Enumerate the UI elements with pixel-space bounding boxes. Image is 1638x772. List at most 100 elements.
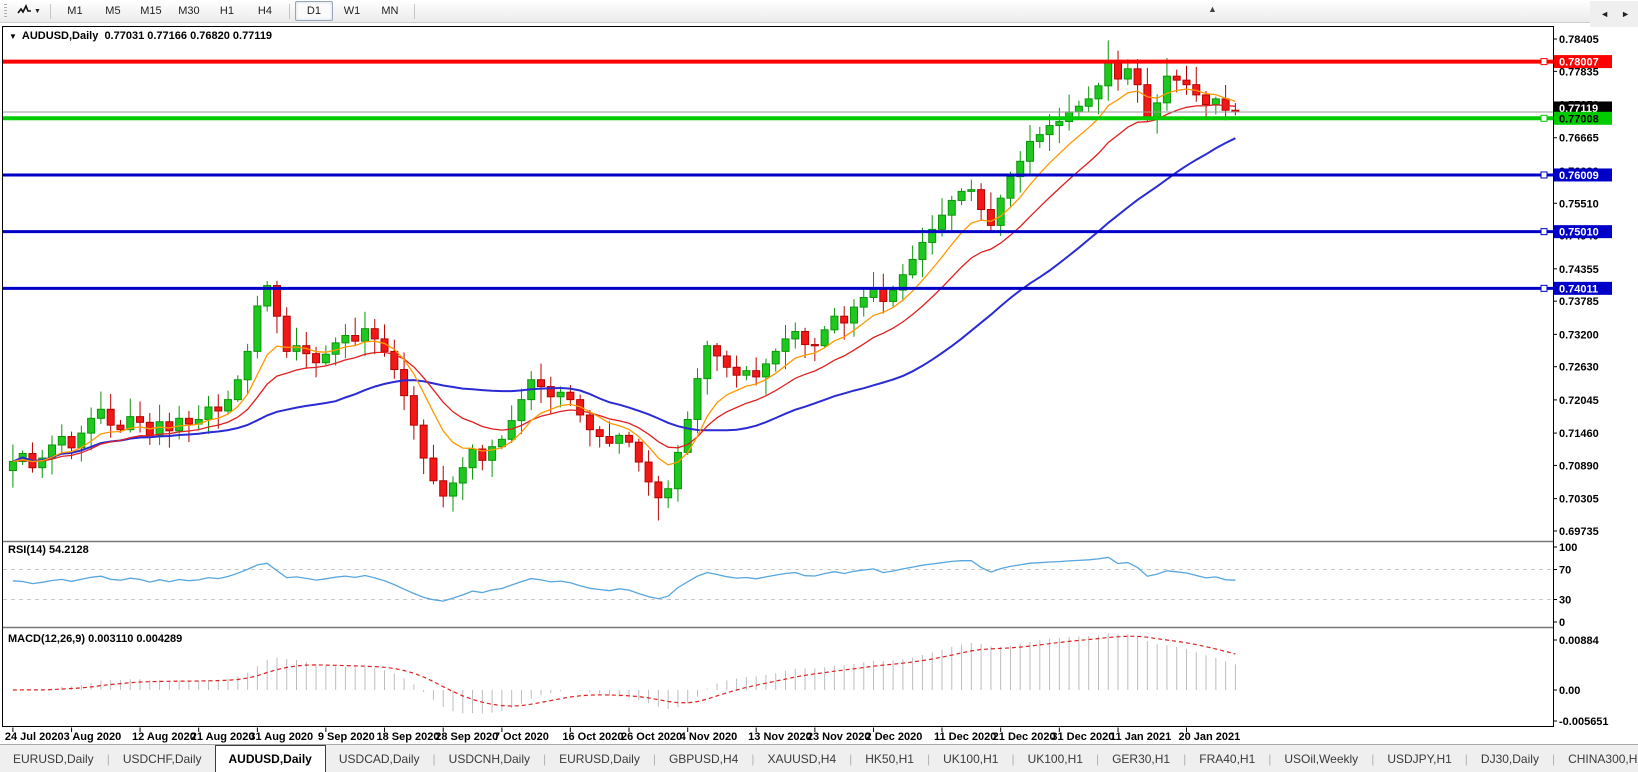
candle-body (938, 215, 945, 229)
candle-body (107, 409, 114, 425)
candle-body (410, 396, 417, 426)
candle-body (968, 190, 975, 192)
date-axis-label: 20 Jan 2021 (1178, 731, 1240, 743)
line-handle[interactable] (1541, 172, 1547, 178)
candle-body (772, 351, 779, 363)
date-axis-label: 7 Oct 2020 (494, 731, 549, 743)
candle-body (831, 316, 838, 330)
timeframe-button-h4[interactable]: H4 (246, 1, 284, 21)
candle-body (762, 364, 769, 377)
timeframe-button-d1[interactable]: D1 (295, 1, 333, 21)
chart-tab[interactable]: UK100,H1 (930, 745, 1011, 772)
timeframe-button-m30[interactable]: M30 (170, 1, 208, 21)
chart-tab[interactable]: GBPUSD,H4 (656, 745, 751, 772)
timeframe-button-h1[interactable]: H1 (208, 1, 246, 21)
candle-body (283, 316, 290, 351)
price-axis-tick-label: 0.73200 (1559, 329, 1599, 341)
candle-body (420, 425, 427, 458)
chart-tab[interactable]: USOil,Weekly (1271, 745, 1371, 772)
chart-tab[interactable]: UK100,H1 (1015, 745, 1096, 772)
line-handle[interactable] (1541, 59, 1547, 65)
candle-body (1154, 103, 1161, 118)
toolbar-collapse-icon[interactable]: ▲ (1208, 4, 1217, 14)
chart-title: ▼ AUDUSD,Daily 0.77031 0.77166 0.76820 0… (9, 30, 272, 42)
chart-tab[interactable]: GER30,H1 (1099, 745, 1183, 772)
toolbar: ▼ M1M5M15M30H1H4 D1W1MN (0, 0, 1638, 23)
candle-body (850, 307, 857, 323)
date-axis-label: 24 Jul 2020 (5, 731, 64, 743)
toolbar-grip[interactable] (4, 4, 7, 19)
date-axis-label: 11 Dec 2020 (934, 731, 996, 743)
candle-body (176, 418, 183, 430)
price-axis-tick-label: 0.70890 (1559, 460, 1599, 472)
candle-body (919, 242, 926, 259)
candle-body (958, 191, 965, 200)
price-axis-tick-label: 0.75510 (1559, 198, 1599, 210)
candle-body (508, 421, 515, 440)
candle-body (802, 332, 809, 345)
candle-body (1036, 135, 1043, 142)
chart-tab[interactable]: EURUSD,Daily (0, 745, 107, 772)
tab-scroll-left-icon[interactable]: ◄ (1600, 10, 1609, 19)
date-axis-label: 26 Oct 2020 (621, 731, 682, 743)
chart-tab[interactable]: CHINA300,H1 (1555, 745, 1638, 772)
line-handle[interactable] (1541, 229, 1547, 235)
chart-tab[interactable]: EURUSD,Daily (546, 745, 653, 772)
timeframe-button-m5[interactable]: M5 (94, 1, 132, 21)
mt4-window: 0.784050.778350.772500.766650.760800.755… (0, 0, 1638, 772)
macd-axis-label: -0.005651 (1559, 716, 1609, 728)
level-price-badge-label: 0.76009 (1559, 170, 1599, 182)
rsi-axis-label: 70 (1559, 565, 1571, 577)
candle-body (665, 489, 672, 498)
date-axis-label: 16 Oct 2020 (562, 731, 623, 743)
timeframe-button-w1[interactable]: W1 (333, 1, 371, 21)
line-handle[interactable] (1541, 115, 1547, 121)
rsi-indicator-label: RSI(14) 54.2128 (8, 544, 89, 556)
timeframe-button-m15[interactable]: M15 (132, 1, 170, 21)
candle-body (723, 356, 730, 367)
candle-body (156, 422, 163, 436)
candle-body (88, 418, 95, 433)
toolbar-separator (289, 4, 290, 19)
chart-tab[interactable]: HK50,H1 (852, 745, 927, 772)
candle-body (97, 409, 104, 418)
rsi-axis-label: 30 (1559, 595, 1571, 607)
candle-body (1007, 177, 1014, 199)
price-axis-tick-label: 0.70305 (1559, 494, 1599, 506)
line-handle[interactable] (1541, 285, 1547, 291)
candle-body (1163, 76, 1170, 103)
chevron-down-icon: ▼ (34, 8, 41, 15)
chart-tab[interactable]: USDJPY,H1 (1374, 745, 1464, 772)
candle-body (518, 400, 525, 421)
chart-tools-icon[interactable]: ▼ (13, 2, 45, 21)
timeframe-button-group: M1M5M15M30H1H4 D1W1MN (56, 1, 409, 21)
price-axis-tick-label: 0.73785 (1559, 296, 1599, 308)
candle-body (1203, 95, 1210, 105)
candle-body (68, 436, 75, 447)
candle-body (674, 452, 681, 488)
symbol-dropdown-icon[interactable]: ▼ (9, 32, 17, 41)
chart-tab[interactable]: DJ30,Daily (1468, 745, 1552, 772)
level-price-badge-label: 0.78007 (1559, 57, 1599, 69)
candle-body (1105, 61, 1112, 86)
level-price-badge-label: 0.75010 (1559, 227, 1599, 239)
timeframe-button-mn[interactable]: MN (371, 1, 409, 21)
candle-body (254, 306, 261, 351)
candle-body (117, 425, 124, 430)
candle-body (166, 422, 173, 431)
date-axis-label: 31 Dec 2020 (1051, 731, 1114, 743)
timeframe-button-m1[interactable]: M1 (56, 1, 94, 21)
candle-body (557, 392, 564, 397)
chart-tab[interactable]: USDCAD,Daily (326, 745, 433, 772)
toolbar-separator (414, 4, 415, 19)
chart-tab[interactable]: USDCHF,Daily (110, 745, 215, 772)
candle-body (1056, 122, 1063, 126)
candle-body (782, 339, 789, 351)
candle-body (948, 200, 955, 215)
tab-scroll-right-icon[interactable]: ► (1621, 10, 1630, 19)
date-axis-label: 9 Sep 2020 (318, 731, 375, 743)
chart-tab[interactable]: AUDUSD,Daily (215, 745, 326, 772)
chart-tab[interactable]: USDCNH,Daily (436, 745, 543, 772)
chart-tab[interactable]: XAUUSD,H4 (754, 745, 849, 772)
chart-tab[interactable]: FRA40,H1 (1186, 745, 1268, 772)
